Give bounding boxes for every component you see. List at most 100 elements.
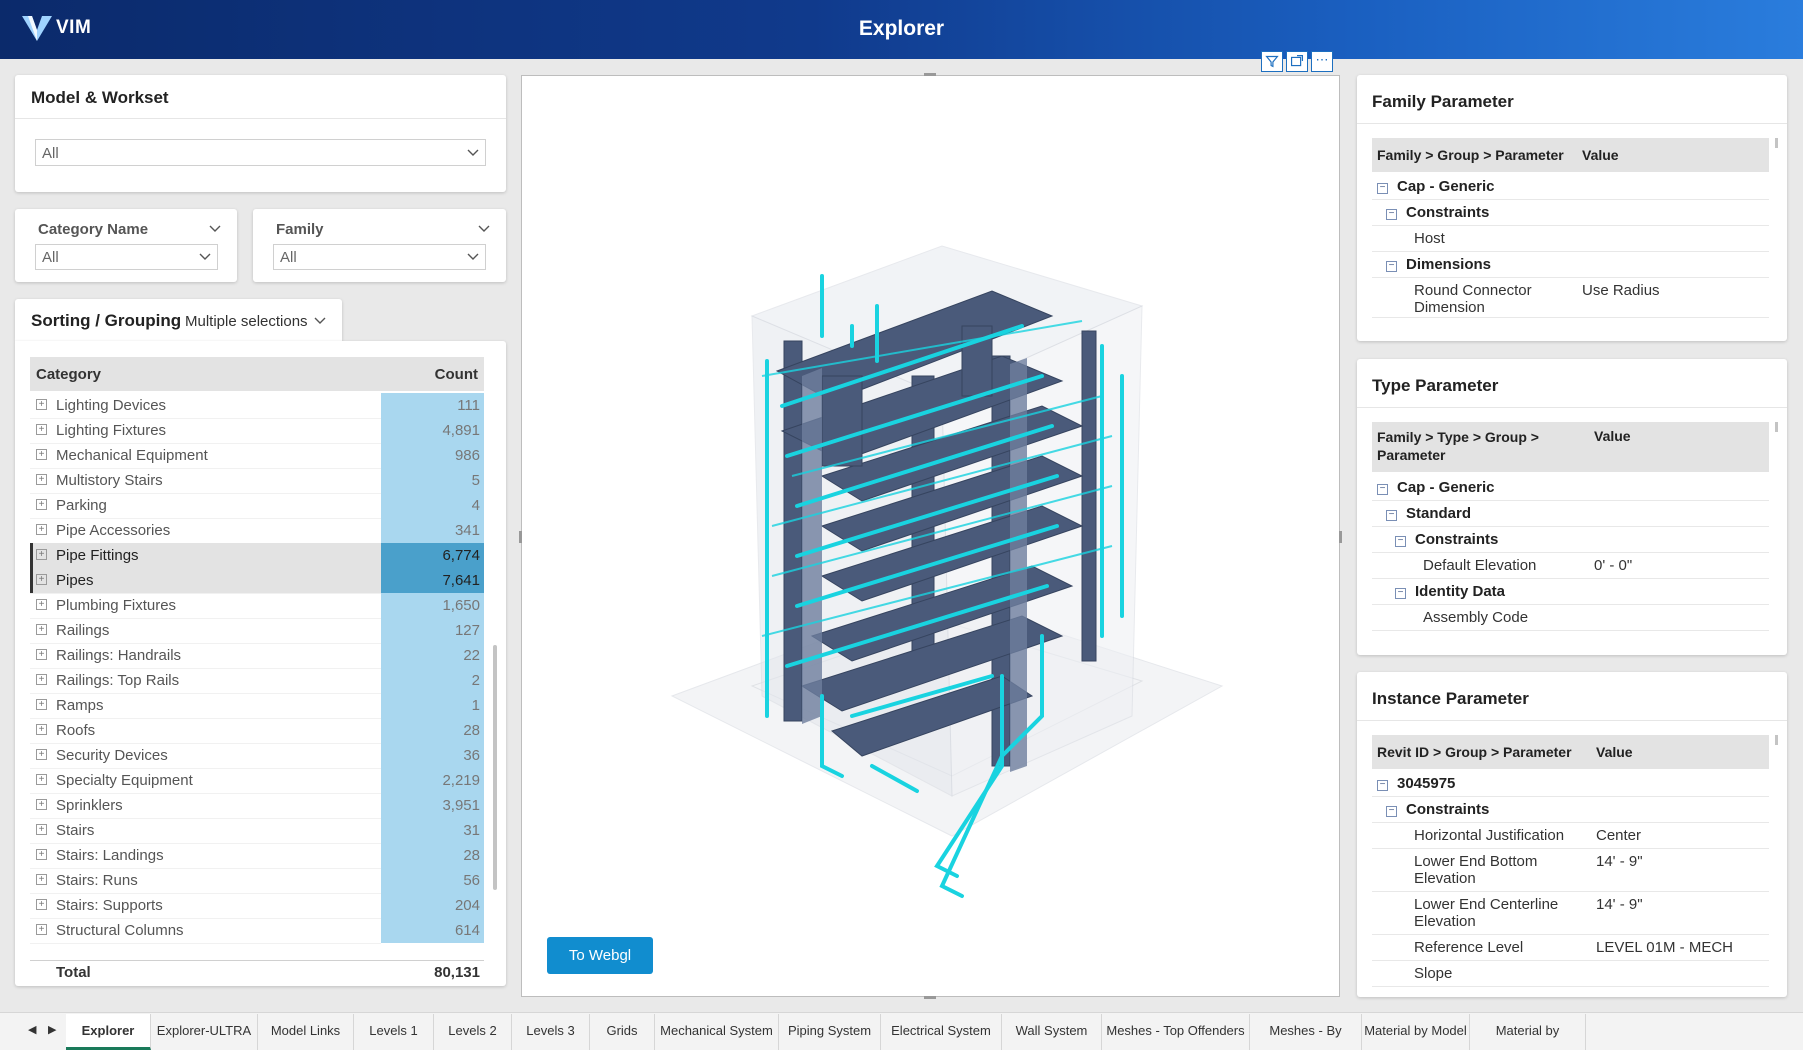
tab-wall-system[interactable]: Wall System (1002, 1014, 1102, 1050)
col-value[interactable]: Value (1594, 428, 1631, 444)
expand-icon[interactable]: + (36, 599, 47, 610)
collapse-icon[interactable]: − (1377, 484, 1388, 495)
param-row[interactable]: − Standard (1372, 501, 1769, 527)
col-value[interactable]: Value (1582, 147, 1619, 163)
tab-levels-1[interactable]: Levels 1 (354, 1014, 434, 1050)
col-count[interactable]: Count (435, 366, 478, 383)
table-row[interactable]: + Multistory Stairs 5 (30, 468, 484, 494)
table-scrollbar[interactable] (493, 645, 497, 890)
table-row[interactable]: + Mechanical Equipment 986 (30, 443, 484, 469)
param-row[interactable]: − Cap - Generic (1372, 174, 1769, 200)
param-row[interactable]: Default Elevation 0' - 0" (1372, 553, 1769, 579)
table-row[interactable]: + Security Devices 36 (30, 743, 484, 769)
sorting-select[interactable]: Multiple selections (185, 313, 326, 330)
table-row[interactable]: + Railings: Handrails 22 (30, 643, 484, 669)
col-value[interactable]: Value (1596, 744, 1633, 760)
collapse-icon[interactable]: − (1395, 536, 1406, 547)
table-row[interactable]: + Parking 4 (30, 493, 484, 519)
param-row[interactable]: − Identity Data (1372, 579, 1769, 605)
tab-model-links[interactable]: Model Links (258, 1014, 354, 1050)
tab-piping-system[interactable]: Piping System (779, 1014, 881, 1050)
table-row[interactable]: + Railings 127 (30, 618, 484, 644)
table-row[interactable]: + Stairs 31 (30, 818, 484, 844)
param-row[interactable]: Assembly Code (1372, 605, 1769, 631)
table-row[interactable]: + Railings: Top Rails 2 (30, 668, 484, 694)
expand-icon[interactable]: + (36, 774, 47, 785)
category-name-select[interactable]: All (35, 244, 218, 270)
resize-handle[interactable] (924, 73, 936, 76)
expand-icon[interactable]: + (36, 549, 47, 560)
expand-icon[interactable]: + (36, 574, 47, 585)
expand-icon[interactable]: + (36, 874, 47, 885)
col-key[interactable]: Family > Type > Group > Parameter (1377, 428, 1547, 464)
tab-levels-2[interactable]: Levels 2 (434, 1014, 512, 1050)
expand-icon[interactable]: + (36, 924, 47, 935)
table-row[interactable]: + Stairs: Runs 56 (30, 868, 484, 894)
expand-icon[interactable]: + (36, 399, 47, 410)
scrollbar[interactable] (1775, 422, 1778, 432)
chevron-down-icon[interactable] (209, 223, 221, 235)
tab-meshes-by-model[interactable]: Meshes - By Model (1250, 1014, 1362, 1050)
tab-meshes-top-offenders[interactable]: Meshes - Top Offenders (1102, 1014, 1250, 1050)
param-row[interactable]: − Constraints (1372, 527, 1769, 553)
family-select[interactable]: All (273, 244, 486, 270)
collapse-icon[interactable]: − (1386, 209, 1397, 220)
collapse-icon[interactable]: − (1386, 806, 1397, 817)
tab-nav-prev-icon[interactable]: ◀ (28, 1023, 36, 1036)
expand-icon[interactable]: + (36, 749, 47, 760)
expand-icon[interactable]: + (36, 699, 47, 710)
chevron-down-icon[interactable] (478, 223, 490, 235)
tab-levels-3[interactable]: Levels 3 (512, 1014, 590, 1050)
tab-mechanical-system[interactable]: Mechanical System (655, 1014, 779, 1050)
more-options-icon[interactable]: ⋯ (1311, 51, 1333, 72)
collapse-icon[interactable]: − (1395, 588, 1406, 599)
table-row[interactable]: + Ramps 1 (30, 693, 484, 719)
param-row[interactable]: Round Connector Dimension Use Radius (1372, 278, 1769, 318)
expand-icon[interactable]: + (36, 499, 47, 510)
expand-icon[interactable]: + (36, 799, 47, 810)
expand-icon[interactable]: + (36, 649, 47, 660)
expand-icon[interactable]: + (36, 674, 47, 685)
param-row[interactable]: Reference Level LEVEL 01M - MECH (1372, 935, 1769, 961)
tab-electrical-system[interactable]: Electrical System (881, 1014, 1002, 1050)
resize-handle[interactable] (519, 531, 522, 543)
expand-icon[interactable]: + (36, 849, 47, 860)
resize-handle[interactable] (1339, 531, 1342, 543)
tab-grids[interactable]: Grids (590, 1014, 655, 1050)
table-row[interactable]: + Sprinklers 3,951 (30, 793, 484, 819)
tab-explorer[interactable]: Explorer (66, 1014, 151, 1050)
scrollbar[interactable] (1775, 735, 1778, 745)
filter-icon[interactable] (1261, 51, 1283, 72)
expand-icon[interactable]: + (36, 899, 47, 910)
table-row[interactable]: + Structural Columns 614 (30, 918, 484, 944)
table-row[interactable]: + Pipe Accessories 341 (30, 518, 484, 544)
param-row[interactable]: Host (1372, 226, 1769, 252)
focus-mode-icon[interactable] (1286, 51, 1308, 72)
table-row[interactable]: + Specialty Equipment 2,219 (30, 768, 484, 794)
scrollbar[interactable] (1775, 138, 1778, 148)
tab-material-by-model[interactable]: Material by Model (1362, 1014, 1470, 1050)
table-row[interactable]: + Lighting Fixtures 4,891 (30, 418, 484, 444)
param-row[interactable]: − Constraints (1372, 797, 1769, 823)
tab-explorer-ultra[interactable]: Explorer-ULTRA (151, 1014, 258, 1050)
collapse-icon[interactable]: − (1377, 780, 1388, 791)
table-row[interactable]: + Plumbing Fixtures 1,650 (30, 593, 484, 619)
table-row[interactable]: + Pipes 7,641 (30, 568, 484, 594)
param-row[interactable]: − Constraints (1372, 200, 1769, 226)
model-viewer[interactable] (519, 73, 1342, 999)
model-workset-select[interactable]: All (35, 139, 486, 166)
expand-icon[interactable]: + (36, 524, 47, 535)
col-key[interactable]: Revit ID > Group > Parameter (1377, 744, 1572, 760)
table-row[interactable]: + Lighting Devices 111 (30, 393, 484, 419)
param-row[interactable]: Lower End Bottom Elevation 14' - 9" (1372, 849, 1769, 892)
table-row[interactable]: + Stairs: Landings 28 (30, 843, 484, 869)
table-row[interactable]: + Stairs: Supports 204 (30, 893, 484, 919)
param-row[interactable]: −3045975 (1372, 771, 1769, 797)
param-row[interactable]: Lower End Centerline Elevation 14' - 9" (1372, 892, 1769, 935)
tab-nav-next-icon[interactable]: ▶ (48, 1023, 56, 1036)
param-row[interactable]: Slope (1372, 961, 1769, 987)
expand-icon[interactable]: + (36, 724, 47, 735)
expand-icon[interactable]: + (36, 474, 47, 485)
param-row[interactable]: − Cap - Generic (1372, 475, 1769, 501)
col-category[interactable]: Category (36, 366, 101, 383)
